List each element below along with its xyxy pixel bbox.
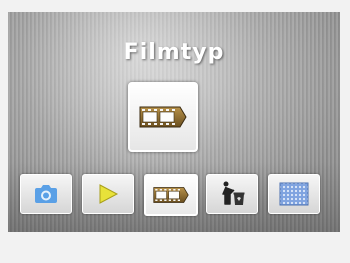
mode-menu [20, 174, 330, 218]
lcd-screen: Filmtyp [8, 12, 340, 232]
camera-icon [35, 185, 57, 203]
film-strip-icon [139, 106, 187, 128]
menu-item-play[interactable] [82, 174, 134, 214]
menu-item-delete[interactable] [206, 174, 258, 214]
menu-item-film-type[interactable] [144, 174, 198, 216]
film-strip-icon [153, 187, 189, 203]
film-type-preview [128, 82, 198, 152]
menu-item-pattern[interactable] [268, 174, 320, 214]
page-title: Filmtyp [123, 40, 225, 65]
menu-item-camera[interactable] [20, 174, 72, 214]
play-icon [99, 184, 119, 204]
trash-icon [222, 181, 245, 205]
pattern-icon [279, 182, 309, 206]
